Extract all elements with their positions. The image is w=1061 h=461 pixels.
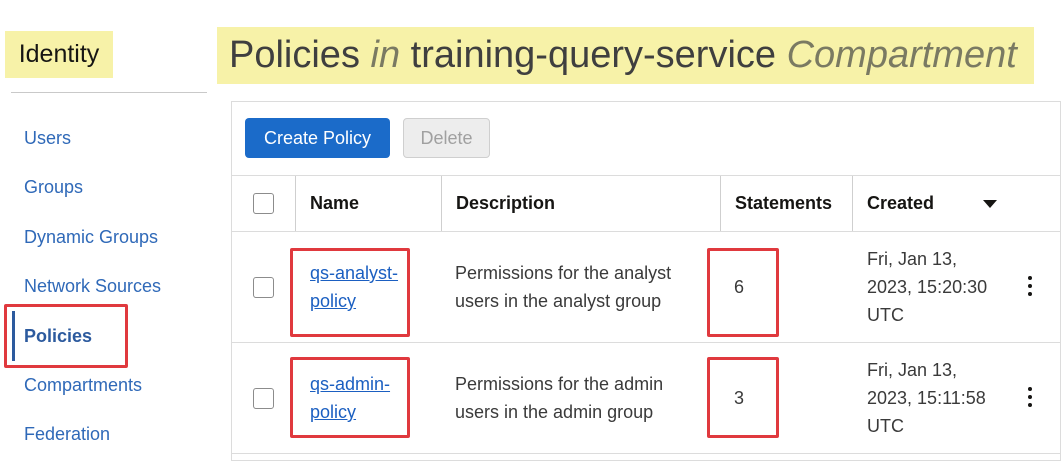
- caret-down-icon[interactable]: [983, 200, 997, 209]
- page-title-in: in: [370, 34, 401, 76]
- created-line: Fri, Jan 13,: [867, 360, 958, 380]
- statements-highlight-box: [707, 357, 779, 438]
- row-checkbox[interactable]: [253, 388, 274, 409]
- name-highlight-box: [290, 357, 410, 438]
- statements-highlight-box: [707, 248, 779, 337]
- policy-description: Permissions for the admin users in the a…: [455, 370, 663, 426]
- created-line: UTC: [867, 305, 904, 325]
- sidebar-divider: [11, 92, 207, 93]
- sidebar-item-network-sources[interactable]: Network Sources: [24, 276, 161, 297]
- created-line: 2023, 15:11:58: [867, 388, 986, 408]
- page-title-resource: Policies: [229, 34, 360, 76]
- policy-description: Permissions for the analyst users in the…: [455, 259, 671, 315]
- select-all-checkbox[interactable]: [253, 193, 274, 214]
- name-highlight-box: [290, 248, 410, 337]
- description-line: users in the admin group: [455, 402, 654, 422]
- column-header-name[interactable]: Name: [310, 176, 359, 231]
- policy-created-date: Fri, Jan 13, 2023, 15:20:30 UTC: [867, 245, 987, 329]
- description-line: Permissions for the analyst: [455, 263, 672, 283]
- row-checkbox[interactable]: [253, 277, 274, 298]
- sidebar-item-users[interactable]: Users: [24, 128, 71, 149]
- kebab-menu-icon[interactable]: [1027, 276, 1033, 298]
- sidebar-section-title: Identity: [5, 31, 113, 78]
- column-header-statements[interactable]: Statements: [735, 176, 832, 231]
- policy-created-date: Fri, Jan 13, 2023, 15:11:58 UTC: [867, 356, 986, 440]
- page-title-compartment-name: training-query-service: [410, 34, 777, 76]
- column-header-description[interactable]: Description: [456, 176, 555, 231]
- create-policy-button[interactable]: Create Policy: [245, 118, 390, 158]
- sidebar-item-dynamic-groups[interactable]: Dynamic Groups: [24, 227, 158, 248]
- sidebar-item-groups[interactable]: Groups: [24, 177, 83, 198]
- kebab-menu-icon[interactable]: [1027, 387, 1033, 409]
- column-divider: [441, 176, 442, 231]
- created-line: UTC: [867, 416, 904, 436]
- column-divider: [852, 176, 853, 231]
- created-line: 2023, 15:20:30: [867, 277, 988, 297]
- created-line: Fri, Jan 13,: [867, 249, 958, 269]
- description-line: Permissions for the admin: [455, 374, 664, 394]
- table-header: Name Description Statements Created: [232, 175, 1061, 232]
- delete-button: Delete: [403, 118, 490, 158]
- column-divider: [720, 176, 721, 231]
- page-title: Policies in training-query-service Compa…: [217, 27, 1034, 84]
- column-divider: [295, 176, 296, 231]
- description-line: users in the analyst group: [455, 291, 662, 311]
- policies-highlight-box: [4, 304, 128, 368]
- sidebar-item-federation[interactable]: Federation: [24, 424, 110, 445]
- page-title-compartment-label: Compartment: [786, 34, 1017, 76]
- sidebar-item-compartments[interactable]: Compartments: [24, 375, 142, 396]
- column-header-created[interactable]: Created: [867, 176, 934, 231]
